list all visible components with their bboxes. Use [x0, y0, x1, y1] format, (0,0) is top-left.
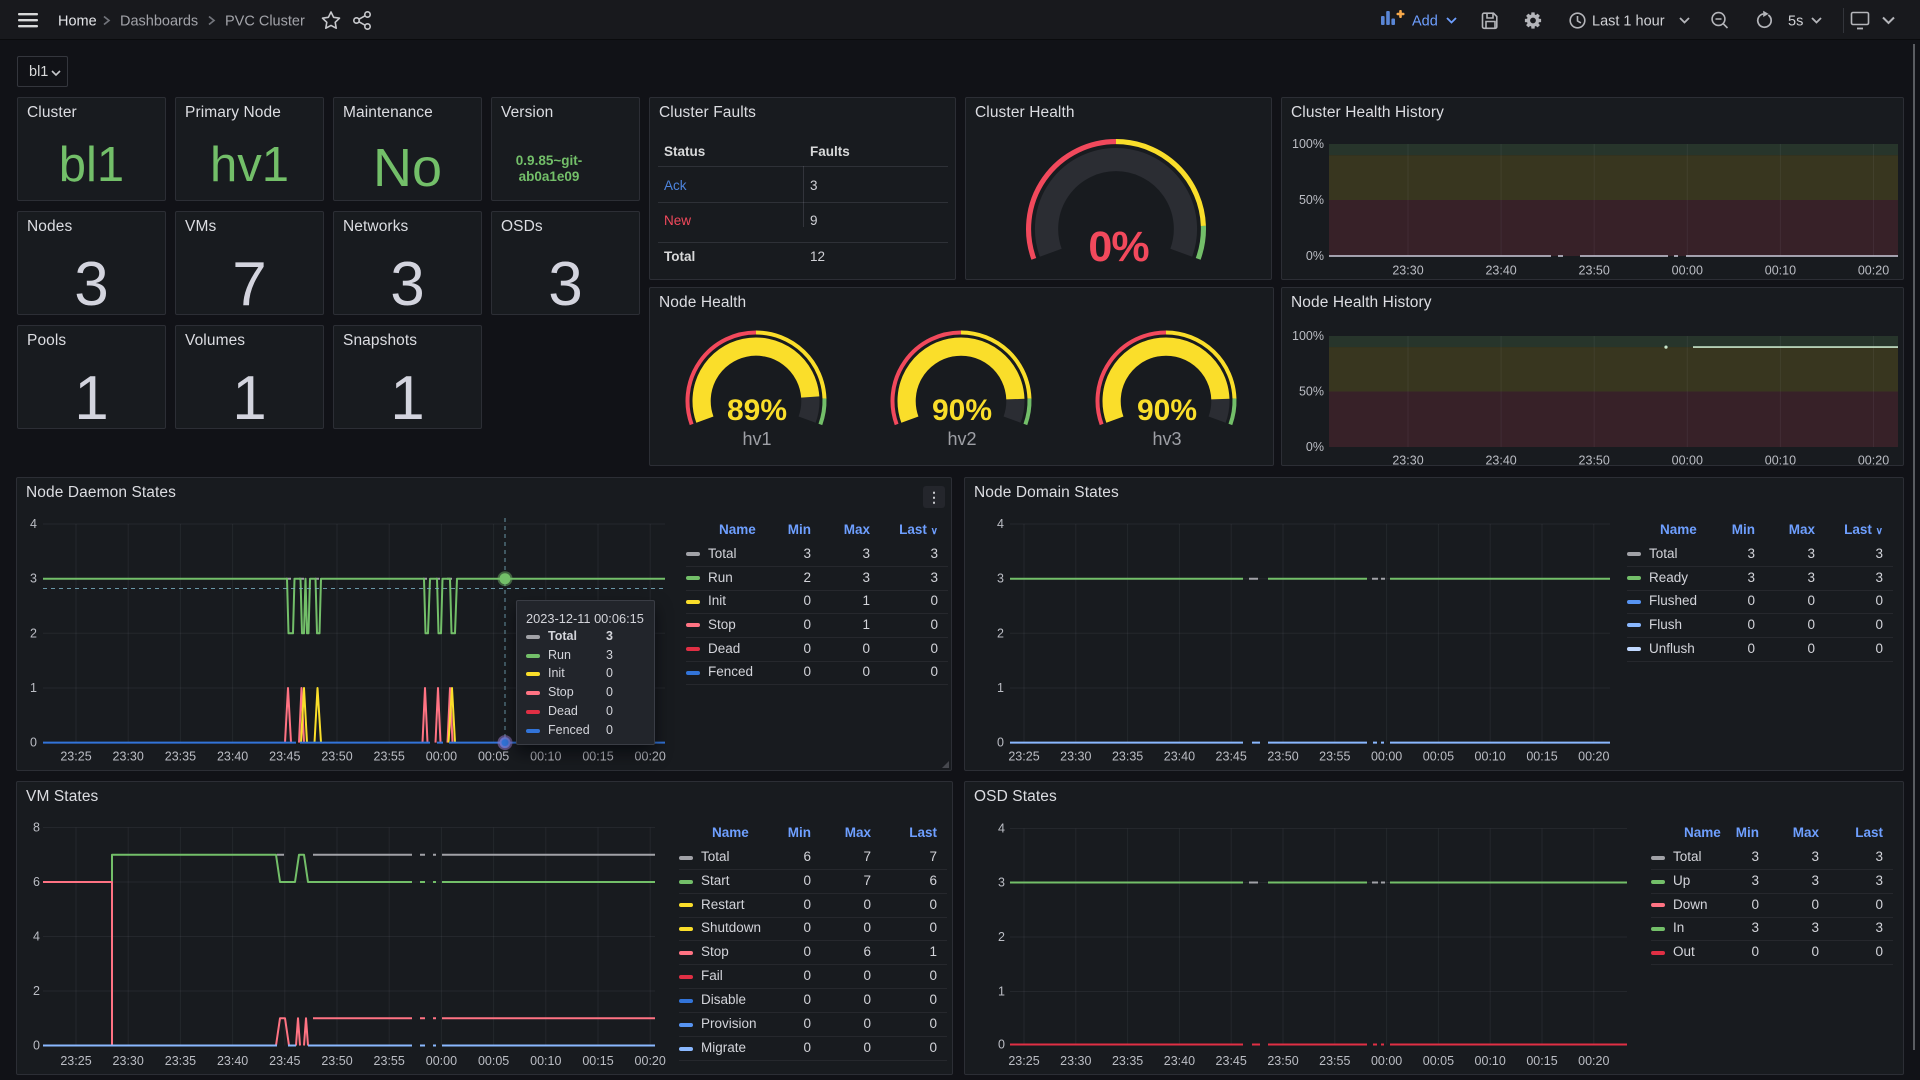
- svg-text:5s: 5s: [1788, 14, 1803, 30]
- svg-text:PVC Cluster: PVC Cluster: [225, 14, 305, 30]
- svg-text:Dashboards: Dashboards: [120, 14, 198, 30]
- svg-text:Add: Add: [1412, 14, 1438, 30]
- svg-text:Home: Home: [58, 14, 97, 30]
- svg-text:Last 1 hour: Last 1 hour: [1592, 14, 1665, 30]
